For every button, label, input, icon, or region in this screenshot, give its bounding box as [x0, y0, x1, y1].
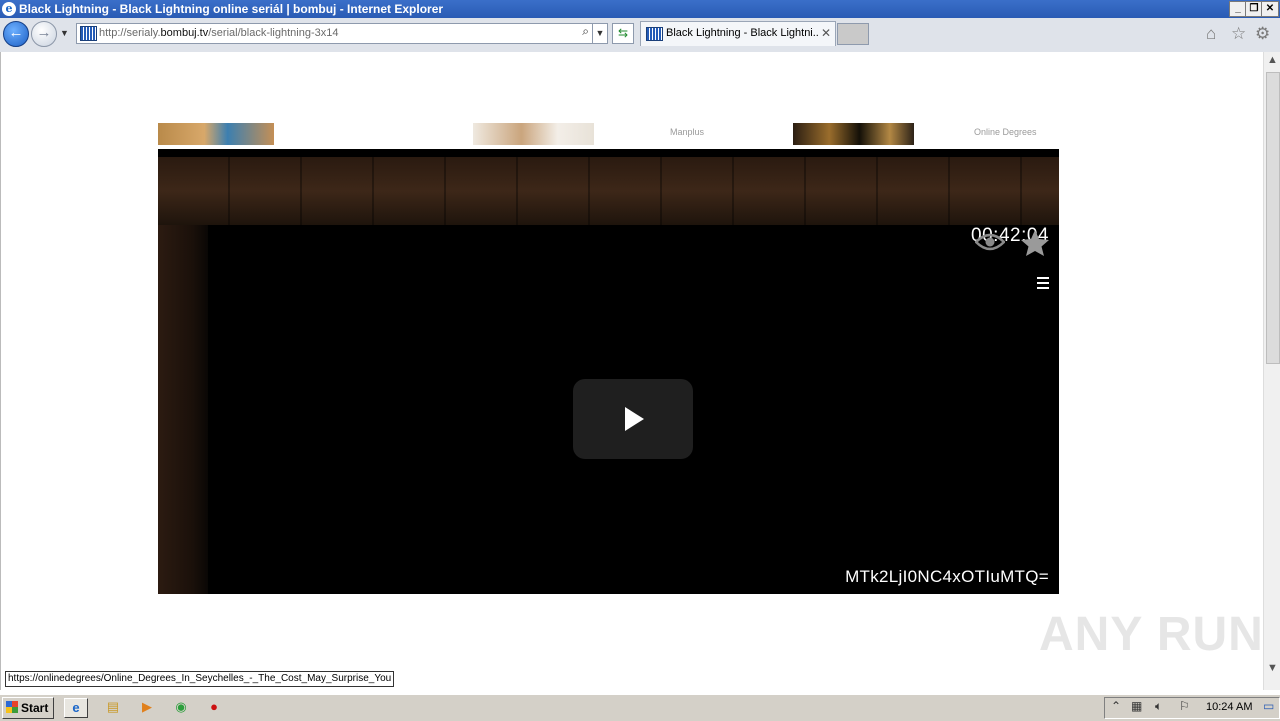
taskbar-chrome-icon[interactable]: ◉: [171, 698, 191, 716]
system-tray: ⌃ ▦ 🔈︎ ⚐ 10:24 AM ▭: [1104, 697, 1280, 719]
start-button[interactable]: Start: [2, 697, 54, 719]
taskbar-media-player-icon[interactable]: ▶: [137, 698, 157, 716]
forward-arrow-icon: →: [36, 24, 52, 41]
address-dropdown-icon[interactable]: ▼: [592, 24, 607, 43]
star-icon[interactable]: [1020, 229, 1050, 257]
site-favicon-icon: [80, 26, 97, 41]
navigation-bar: ← → ▼ http://serialy.bombuj.tv/serial/bl…: [0, 18, 1280, 53]
home-icon[interactable]: ⌂: [1206, 25, 1216, 43]
ie-logo-icon: e: [2, 2, 16, 16]
play-button[interactable]: [573, 379, 693, 459]
refresh-button[interactable]: ⇆: [612, 23, 634, 44]
taskbar: Start e ▤ ▶ ◉ ● ⌃ ▦ 🔈︎ ⚐ 10:24 AM ▭: [0, 694, 1280, 721]
video-frame-ceiling: [158, 157, 1059, 225]
scroll-up-arrow-icon[interactable]: ▲: [1264, 54, 1280, 70]
taskbar-explorer-folder-icon[interactable]: ▤: [103, 698, 123, 716]
refresh-icon: ⇆: [617, 26, 629, 40]
menu-icon[interactable]: [1035, 276, 1051, 290]
video-player[interactable]: 00:42:04 MTk2LjI0NC4xOTIuMTQ=: [158, 149, 1059, 594]
address-bar[interactable]: http://serialy.bombuj.tv/serial/black-li…: [76, 23, 608, 44]
tab-black-lightning[interactable]: Black Lightning - Black Lightni... ✕: [640, 21, 836, 46]
page-content: Manplus Online Degrees 00:42:04 MTk2LjI0…: [0, 52, 1264, 690]
ad-thumbnail-2[interactable]: [473, 123, 594, 145]
gear-icon[interactable]: ⚙: [1255, 25, 1270, 43]
play-icon: [625, 407, 644, 431]
tray-expand-icon[interactable]: ⌃: [1111, 699, 1121, 713]
tab-label: Black Lightning - Black Lightni...: [666, 27, 818, 39]
anyrun-watermark: ANY RUN: [1039, 608, 1264, 661]
status-bar-url: https://onlinedegrees/Online_Degrees_In_…: [5, 671, 395, 687]
ad-link-manplus[interactable]: Manplus: [670, 127, 704, 137]
forward-button[interactable]: →: [31, 21, 57, 47]
search-icon[interactable]: ⌕: [582, 24, 589, 39]
history-dropdown-icon[interactable]: ▼: [60, 28, 69, 38]
system-clock[interactable]: 10:24 AM: [1206, 701, 1252, 713]
scroll-thumb[interactable]: [1266, 72, 1280, 364]
taskbar-ie-icon[interactable]: e: [64, 698, 88, 718]
favorites-star-icon[interactable]: ☆: [1231, 25, 1246, 43]
taskbar-opera-icon[interactable]: ●: [204, 698, 224, 716]
back-arrow-icon: ←: [8, 24, 24, 41]
window-title-bar: e Black Lightning - Black Lightning onli…: [0, 0, 1280, 18]
video-frame-wall: [158, 225, 208, 594]
volume-icon[interactable]: 🔈︎: [1155, 699, 1162, 714]
back-button[interactable]: ←: [3, 21, 29, 47]
action-center-flag-icon[interactable]: ⚐: [1179, 699, 1190, 713]
ad-thumbnail-3[interactable]: [793, 123, 914, 145]
vertical-scrollbar[interactable]: ▲ ▼: [1263, 52, 1280, 690]
ad-thumbnail-1[interactable]: [158, 123, 274, 145]
eye-icon[interactable]: [975, 232, 1005, 252]
scroll-down-arrow-icon[interactable]: ▼: [1264, 662, 1280, 678]
show-desktop-icon[interactable]: ▭: [1263, 699, 1274, 713]
close-window-button[interactable]: ✕: [1261, 1, 1279, 17]
network-icon[interactable]: ▦: [1131, 699, 1142, 713]
ad-link-online-degrees[interactable]: Online Degrees: [974, 127, 1037, 137]
video-overlay-code: MTk2LjI0NC4xOTIuMTQ=: [845, 567, 1049, 586]
new-tab-button[interactable]: [837, 23, 869, 45]
tab-favicon-icon: [646, 27, 663, 41]
window-title: Black Lightning - Black Lightning online…: [19, 2, 444, 16]
address-url[interactable]: http://serialy.bombuj.tv/serial/black-li…: [99, 26, 338, 40]
tab-close-icon[interactable]: ✕: [821, 26, 831, 40]
windows-logo-icon: [6, 701, 18, 713]
